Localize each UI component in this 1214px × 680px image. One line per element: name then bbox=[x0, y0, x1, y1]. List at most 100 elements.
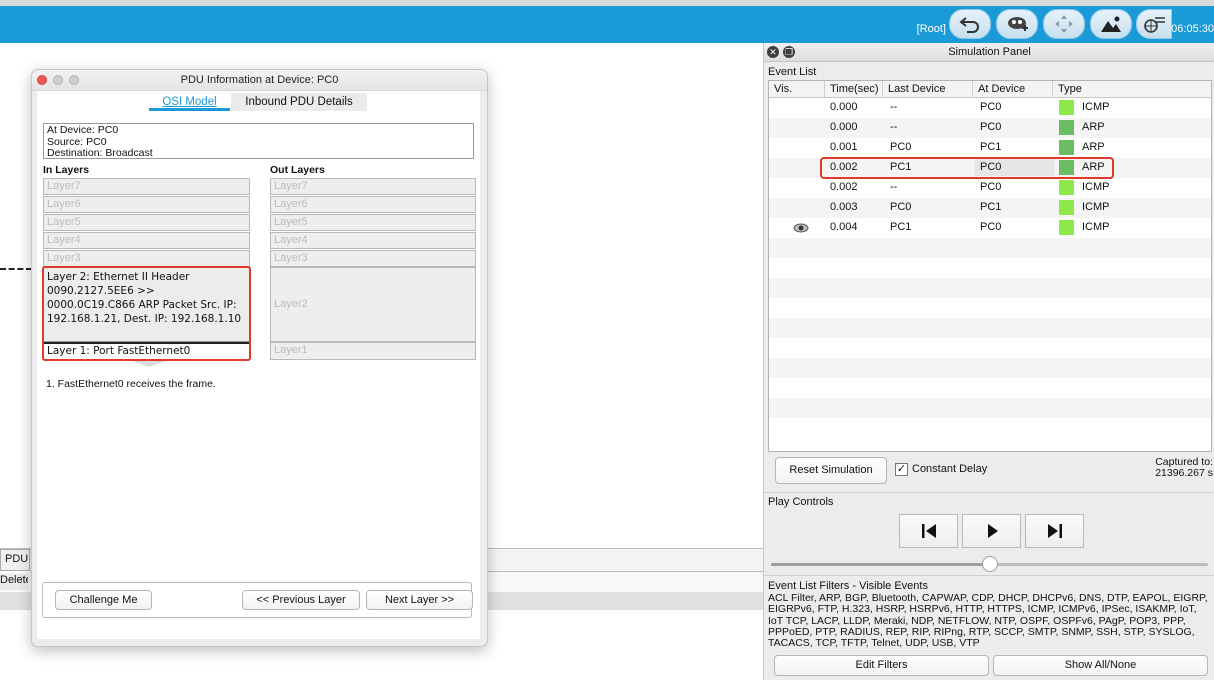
play-button[interactable] bbox=[962, 514, 1021, 548]
out-layer-1[interactable]: Layer1 bbox=[270, 342, 476, 360]
event-time: 0.004 bbox=[830, 221, 858, 233]
pdu-tab[interactable]: PDU bbox=[0, 549, 30, 571]
table-row bbox=[769, 238, 1211, 258]
in-layer-6[interactable]: Layer6 bbox=[43, 196, 250, 213]
close-icon[interactable] bbox=[37, 75, 47, 85]
event-time: 0.000 bbox=[830, 121, 858, 133]
tab-inbound-pdu-details[interactable]: Inbound PDU Details bbox=[231, 93, 367, 111]
previous-layer-button[interactable]: << Previous Layer bbox=[242, 590, 360, 610]
in-layer-3[interactable]: Layer3 bbox=[43, 250, 250, 267]
pdu-info-dialog: PDU Information at Device: PC0 OSI Model… bbox=[31, 69, 488, 647]
event-type: ICMP bbox=[1082, 181, 1110, 193]
close-icon[interactable]: ✕ bbox=[767, 46, 779, 58]
root-label[interactable]: [Root] bbox=[917, 23, 946, 35]
move-icon bbox=[1055, 15, 1073, 33]
event-last-device: -- bbox=[890, 121, 898, 133]
out-layers-heading: Out Layers bbox=[270, 164, 325, 176]
type-color-swatch bbox=[1059, 120, 1074, 135]
background-button[interactable] bbox=[1090, 9, 1132, 39]
maximize-icon[interactable] bbox=[69, 75, 79, 85]
minimize-icon[interactable] bbox=[53, 75, 63, 85]
table-row bbox=[769, 378, 1211, 398]
back-step-button[interactable] bbox=[899, 514, 958, 548]
event-last-device: PC1 bbox=[890, 221, 912, 233]
in-layer-4[interactable]: Layer4 bbox=[43, 232, 250, 249]
event-last-device: -- bbox=[890, 181, 898, 193]
layer-arrow-icon bbox=[132, 361, 166, 367]
type-color-swatch bbox=[1059, 220, 1074, 235]
back-button[interactable] bbox=[949, 9, 991, 39]
at-device-text: At Device: PC0 bbox=[47, 124, 119, 136]
col-type[interactable]: Type bbox=[1053, 81, 1211, 97]
out-layer-3[interactable]: Layer3 bbox=[270, 250, 476, 267]
out-layer-6[interactable]: Layer6 bbox=[270, 196, 476, 213]
challenge-me-button[interactable]: Challenge Me bbox=[55, 590, 152, 610]
skip-forward-icon bbox=[1047, 524, 1062, 538]
divider bbox=[764, 575, 1214, 576]
cluster-button[interactable] bbox=[996, 9, 1038, 39]
table-row bbox=[769, 298, 1211, 318]
skip-back-icon bbox=[921, 524, 936, 538]
type-color-swatch bbox=[1059, 200, 1074, 215]
constant-delay-label: Constant Delay bbox=[912, 463, 988, 475]
table-row bbox=[769, 398, 1211, 418]
event-list-label: Event List bbox=[768, 66, 817, 78]
event-last-device: -- bbox=[890, 101, 898, 113]
table-header: Vis. Time(sec) Last Device At Device Typ… bbox=[769, 81, 1211, 98]
filters-label: Event List Filters - Visible Events bbox=[768, 580, 928, 592]
col-time[interactable]: Time(sec) bbox=[825, 81, 883, 97]
eye-icon[interactable] bbox=[793, 222, 809, 234]
in-layers-heading: In Layers bbox=[43, 164, 90, 176]
step-description: 1. FastEthernet0 receives the frame. bbox=[46, 378, 216, 390]
col-last-device[interactable]: Last Device bbox=[883, 81, 973, 97]
table-row[interactable]: 0.004 PC1 PC0 ICMP bbox=[769, 218, 1211, 238]
next-layer-button[interactable]: Next Layer >> bbox=[366, 590, 473, 610]
event-at-device: PC0 bbox=[980, 181, 1002, 193]
visible-events-list: ACL Filter, ARP, BGP, Bluetooth, CAPWAP,… bbox=[768, 592, 1208, 650]
edit-filters-button[interactable]: Edit Filters bbox=[774, 655, 989, 676]
event-last-device: PC0 bbox=[890, 141, 912, 153]
table-row bbox=[769, 258, 1211, 278]
move-button[interactable] bbox=[1043, 9, 1085, 39]
type-color-swatch bbox=[1059, 180, 1074, 195]
table-row[interactable]: 0.001 PC0 PC1 ARP bbox=[769, 138, 1211, 158]
play-icon bbox=[987, 524, 998, 538]
out-layer-4[interactable]: Layer4 bbox=[270, 232, 476, 249]
reset-simulation-button[interactable]: Reset Simulation bbox=[775, 457, 887, 484]
float-icon[interactable]: ❐ bbox=[783, 46, 795, 58]
speed-slider-fill bbox=[771, 563, 990, 566]
dialog-footer: Challenge Me << Previous Layer Next Laye… bbox=[42, 582, 473, 618]
viewport-button[interactable] bbox=[1136, 9, 1172, 39]
event-type: ARP bbox=[1082, 141, 1105, 153]
table-row[interactable]: 0.002 -- PC0 ICMP bbox=[769, 178, 1211, 198]
play-controls-label: Play Controls bbox=[768, 496, 834, 508]
tab-osi-model[interactable]: OSI Model bbox=[149, 93, 230, 111]
speed-slider-thumb[interactable] bbox=[981, 556, 998, 572]
out-layer-5[interactable]: Layer5 bbox=[270, 214, 476, 231]
col-vis[interactable]: Vis. bbox=[769, 81, 825, 97]
event-time: 0.000 bbox=[830, 101, 858, 113]
table-row[interactable]: 0.000 -- PC0 ARP bbox=[769, 118, 1211, 138]
table-row[interactable]: 0.003 PC0 PC1 ICMP bbox=[769, 198, 1211, 218]
divider bbox=[764, 492, 1214, 493]
event-type: ICMP bbox=[1082, 101, 1110, 113]
highlight-box bbox=[820, 157, 1114, 179]
dialog-body: OSI Model Inbound PDU Details At Device:… bbox=[37, 91, 480, 639]
constant-delay-checkbox[interactable]: ✓ bbox=[895, 463, 908, 476]
back-arrow-icon bbox=[959, 17, 979, 33]
table-row bbox=[769, 278, 1211, 298]
show-all-none-button[interactable]: Show All/None bbox=[993, 655, 1208, 676]
delete-button[interactable]: Delete bbox=[0, 574, 28, 590]
in-layer-7[interactable]: Layer7 bbox=[43, 178, 250, 195]
out-layer-2[interactable]: Layer2 bbox=[270, 267, 476, 342]
out-layer-7[interactable]: Layer7 bbox=[270, 178, 476, 195]
event-at-device: PC1 bbox=[980, 201, 1002, 213]
viewport-icon bbox=[1144, 17, 1165, 33]
forward-step-button[interactable] bbox=[1025, 514, 1084, 548]
event-at-device: PC0 bbox=[980, 221, 1002, 233]
in-layer-5[interactable]: Layer5 bbox=[43, 214, 250, 231]
landscape-icon bbox=[1101, 16, 1121, 32]
event-last-device: PC0 bbox=[890, 201, 912, 213]
col-at-device[interactable]: At Device bbox=[973, 81, 1053, 97]
table-row[interactable]: 0.000 -- PC0 ICMP bbox=[769, 98, 1211, 118]
